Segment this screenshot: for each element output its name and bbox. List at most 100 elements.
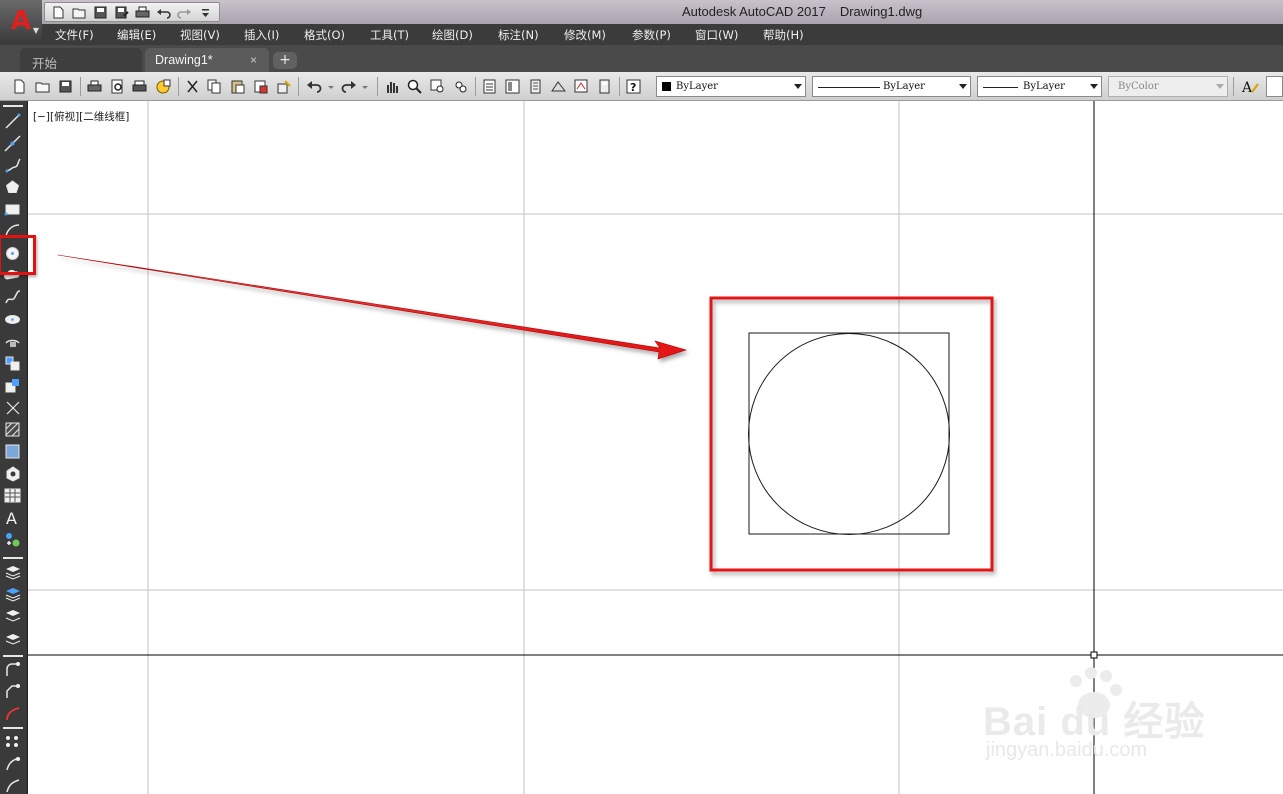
menu-tools[interactable]: 工具(T) <box>370 27 409 43</box>
chevron-down-icon <box>959 84 967 89</box>
gradient-icon[interactable] <box>4 443 21 460</box>
undo-icon[interactable] <box>306 79 334 94</box>
copy-icon[interactable] <box>207 79 222 94</box>
menu-file[interactable]: 文件(F) <box>55 27 94 43</box>
publish-icon[interactable] <box>132 79 147 94</box>
tab-start[interactable]: 开始 <box>20 48 142 72</box>
markup-icon[interactable] <box>574 79 589 94</box>
svg-text:?: ? <box>630 81 636 94</box>
window-title: Autodesk AutoCAD 2017 Drawing1.dwg <box>682 4 936 19</box>
layer-isolate-icon[interactable] <box>4 607 21 624</box>
menu-dimension[interactable]: 标注(N) <box>498 27 539 43</box>
qnew-icon[interactable] <box>12 79 27 94</box>
insert-block-icon[interactable] <box>4 355 21 372</box>
design-center-icon[interactable] <box>505 79 520 94</box>
table-icon[interactable] <box>4 487 21 504</box>
svg-text:A: A <box>6 509 17 526</box>
construction-line-icon[interactable] <box>4 135 21 152</box>
paste-icon[interactable] <box>230 79 245 94</box>
line-icon[interactable] <box>4 113 21 130</box>
menu-bar: 文件(F) 编辑(E) 视图(V) 插入(I) 格式(O) 工具(T) 绘图(D… <box>0 24 1283 45</box>
menu-draw[interactable]: 绘图(D) <box>432 27 473 43</box>
lineweight-sample <box>983 87 1018 88</box>
polygon-icon[interactable] <box>4 179 21 196</box>
tab-drawing1-label: Drawing1* <box>155 53 213 67</box>
region-icon[interactable] <box>4 465 21 482</box>
spline-icon[interactable] <box>4 289 21 306</box>
match-properties-icon[interactable] <box>253 79 268 94</box>
lineweight-dropdown[interactable]: ByLayer <box>977 76 1102 97</box>
color-dropdown[interactable]: ByLayer <box>656 76 806 97</box>
app-logo-letter: A <box>10 6 32 36</box>
layer-match-icon[interactable] <box>4 629 21 646</box>
3d-dwf-icon[interactable] <box>156 79 171 94</box>
plot-icon[interactable] <box>87 79 102 94</box>
redo-icon[interactable] <box>340 79 368 94</box>
block-editor-icon[interactable] <box>276 79 291 94</box>
linetype-dropdown[interactable]: ByLayer <box>812 76 971 97</box>
text-style-icon[interactable]: A <box>1241 79 1261 94</box>
menu-insert[interactable]: 插入(I) <box>244 27 279 43</box>
hatch-icon[interactable] <box>4 421 21 438</box>
menu-format[interactable]: 格式(O) <box>304 27 345 43</box>
tool-palettes-icon[interactable] <box>528 79 543 94</box>
watermark-url: jingyan.baidu.com <box>986 739 1148 761</box>
save-icon[interactable] <box>93 5 108 20</box>
print-icon[interactable] <box>135 5 150 20</box>
tab-drawing1[interactable]: Drawing1* × <box>145 48 269 72</box>
zoom-window-icon[interactable] <box>430 79 445 94</box>
menu-window[interactable]: 窗口(W) <box>695 27 738 43</box>
edit-polyline-icon[interactable] <box>4 755 21 772</box>
zoom-realtime-icon[interactable] <box>407 79 422 94</box>
edit-spline-icon[interactable] <box>4 777 21 794</box>
zoom-previous-icon[interactable] <box>453 79 468 94</box>
polyline-icon[interactable] <box>4 157 21 174</box>
close-icon[interactable]: × <box>250 53 257 67</box>
layer-states-icon[interactable] <box>4 585 21 602</box>
layer-properties-icon[interactable] <box>4 563 21 580</box>
help-icon[interactable]: ? <box>626 79 641 94</box>
ellipse-arc-icon[interactable] <box>4 333 21 350</box>
point-icon[interactable] <box>4 399 21 416</box>
square-shape[interactable] <box>748 332 950 535</box>
quick-calc-icon[interactable] <box>597 79 612 94</box>
chamfer-icon[interactable] <box>4 683 21 700</box>
new-tab-button[interactable]: + <box>273 52 297 69</box>
make-block-icon[interactable] <box>4 377 21 394</box>
circle-shape[interactable] <box>748 333 950 535</box>
pan-icon[interactable] <box>384 79 399 94</box>
palette-grip <box>3 105 23 107</box>
fillet-icon[interactable] <box>4 661 21 678</box>
menu-parametric[interactable]: 参数(P) <box>632 27 671 43</box>
toolbar-separator <box>1233 77 1234 96</box>
add-selected-icon[interactable] <box>4 531 21 548</box>
menu-modify[interactable]: 修改(M) <box>564 27 606 43</box>
save-as-icon[interactable] <box>114 5 129 20</box>
text-style-dropdown[interactable] <box>1266 76 1283 97</box>
linetype-sample <box>818 87 880 88</box>
array-icon[interactable] <box>4 733 21 750</box>
cut-icon[interactable] <box>185 79 200 94</box>
menu-view[interactable]: 视图(V) <box>180 27 220 43</box>
viewport-controls[interactable]: [−][俯视][二维线框] <box>33 109 129 124</box>
plot-preview-icon[interactable] <box>110 79 125 94</box>
palette-separator <box>3 655 23 657</box>
customize-icon[interactable] <box>198 5 213 20</box>
menu-help[interactable]: 帮助(H) <box>763 27 804 43</box>
drawing-canvas[interactable]: [−][俯视][二维线框] Bai du 经验 jingyan.baidu.co… <box>28 101 1283 794</box>
multiline-text-icon[interactable]: A <box>4 509 21 526</box>
properties-icon[interactable] <box>482 79 497 94</box>
undo-icon[interactable] <box>156 5 171 20</box>
open-icon[interactable] <box>35 79 50 94</box>
new-icon[interactable] <box>51 5 66 20</box>
application-menu-button[interactable]: A ▼ <box>0 0 42 42</box>
ellipse-icon[interactable] <box>4 311 21 328</box>
rectangle-icon[interactable] <box>4 201 21 218</box>
save-icon[interactable] <box>58 79 73 94</box>
plotstyle-dropdown: ByColor <box>1108 76 1228 97</box>
open-icon[interactable] <box>72 5 87 20</box>
sheet-set-icon[interactable] <box>551 79 566 94</box>
redo-icon[interactable] <box>177 5 192 20</box>
menu-edit[interactable]: 编辑(E) <box>117 27 156 43</box>
blend-curves-icon[interactable] <box>4 705 21 722</box>
